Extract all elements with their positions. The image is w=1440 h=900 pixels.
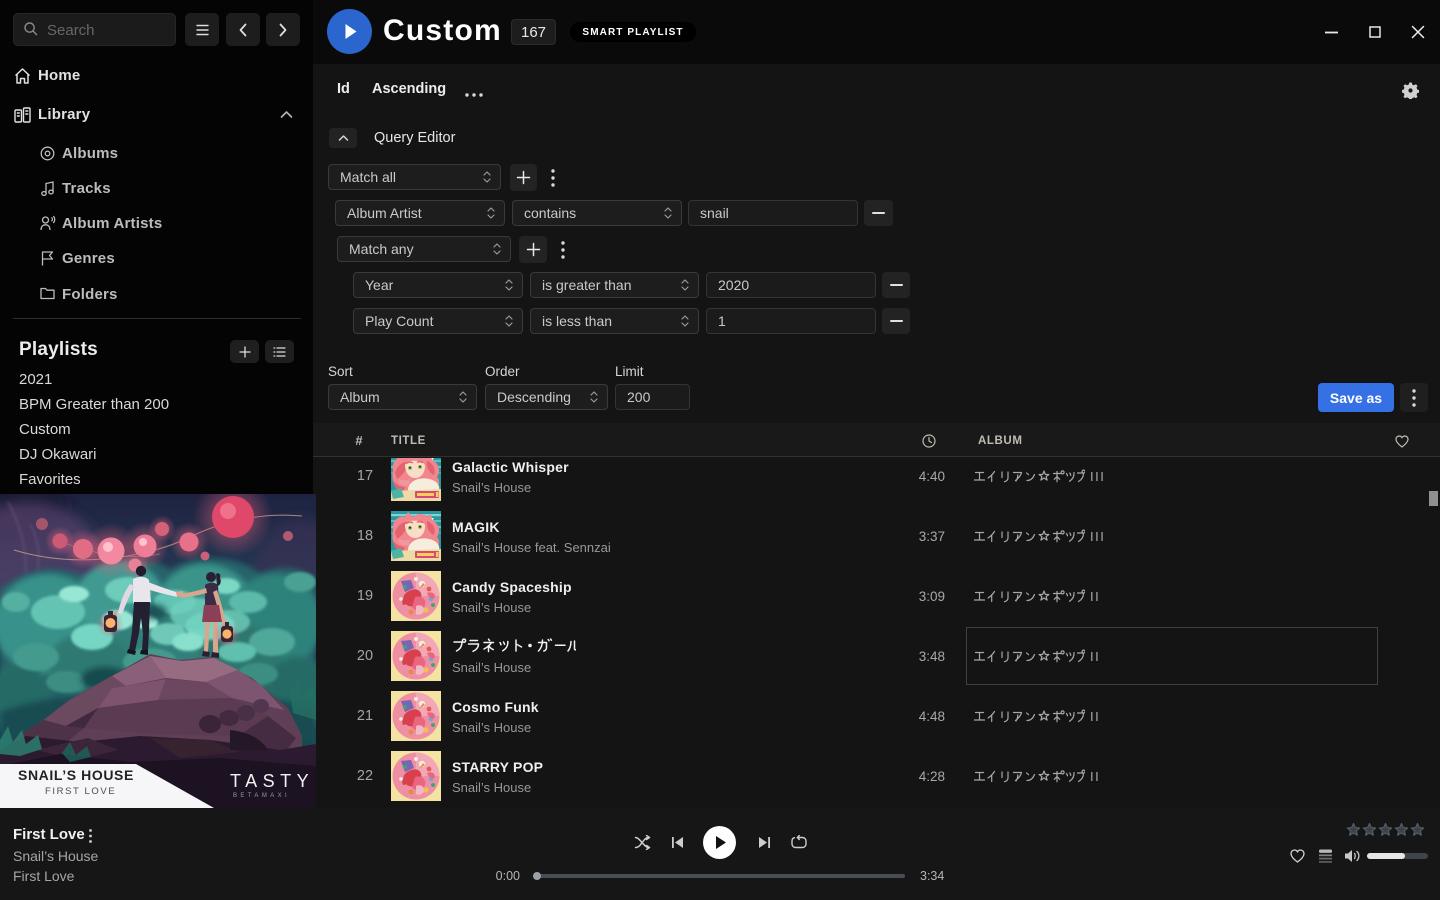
svg-text:SNAIL’S HOUSE: SNAIL’S HOUSE [18, 767, 134, 783]
svg-text:BETAMAXI: BETAMAXI [233, 793, 290, 799]
svg-text:TASTY: TASTY [230, 771, 314, 791]
svg-text:FIRST LOVE: FIRST LOVE [45, 786, 116, 797]
